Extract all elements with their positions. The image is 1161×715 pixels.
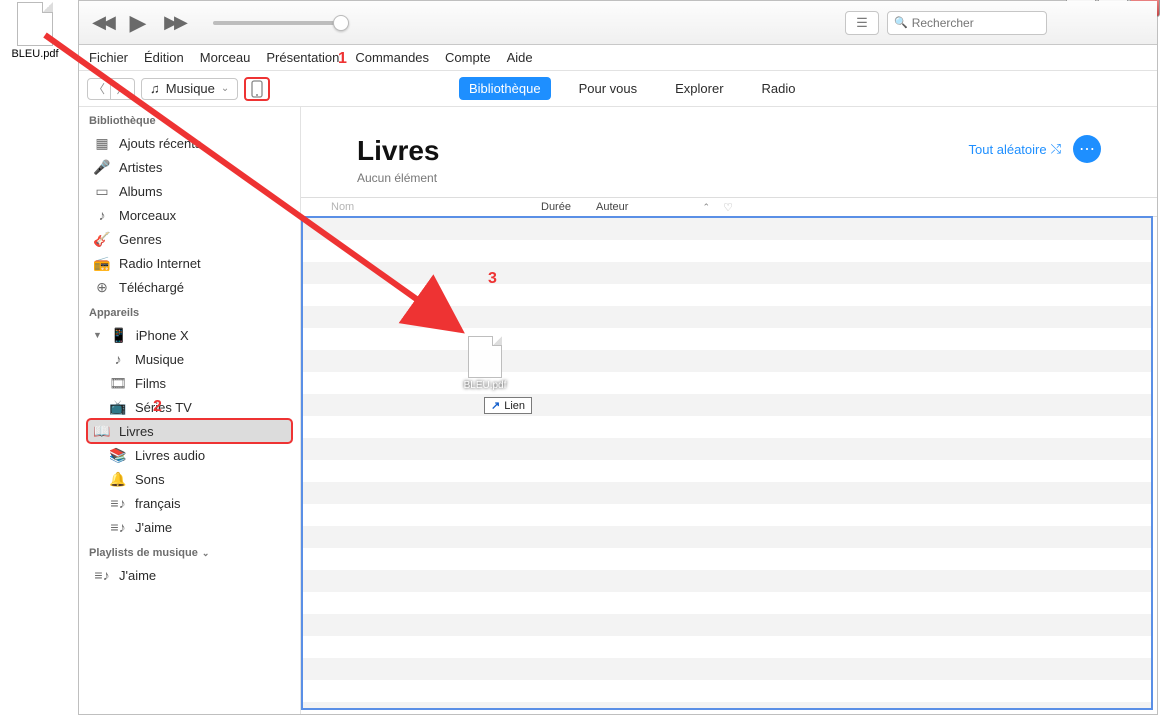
sidebar-item-artists[interactable]: 🎤Artistes <box>79 155 300 179</box>
tv-icon: 📺 <box>109 398 127 416</box>
column-nom[interactable]: Nom <box>301 201 541 213</box>
sidebar-item-downloaded[interactable]: ⊕Téléchargé <box>79 275 300 299</box>
menu-commandes[interactable]: Commandes <box>355 50 429 65</box>
sidebar-item-audiobooks[interactable]: 📚Livres audio <box>79 443 300 467</box>
sort-asc-icon: ⌃ <box>702 202 710 213</box>
menu-compte[interactable]: Compte <box>445 50 491 65</box>
search-input[interactable] <box>912 16 1040 30</box>
menu-edition[interactable]: Édition <box>144 50 184 65</box>
tab-explorer[interactable]: Explorer <box>665 77 733 100</box>
sidebar-item-radio[interactable]: 📻Radio Internet <box>79 251 300 275</box>
sidebar-item-songs[interactable]: ♪Morceaux <box>79 203 300 227</box>
column-favorite[interactable]: ♡ <box>716 201 740 214</box>
tab-pour-vous[interactable]: Pour vous <box>569 77 648 100</box>
list-view-button[interactable]: ☰ <box>845 11 879 35</box>
tab-bibliotheque[interactable]: Bibliothèque <box>459 77 551 100</box>
guitar-icon: 🎸 <box>93 230 111 248</box>
forward-button[interactable]: 〉 <box>111 78 135 100</box>
pdf-file-icon <box>17 2 53 46</box>
annotation-3: 3 <box>488 270 497 288</box>
back-button[interactable]: 〈 <box>87 78 111 100</box>
column-auteur[interactable]: Auteur⌃ <box>596 201 716 213</box>
playlist-icon: ≡♪ <box>93 566 111 584</box>
playlist-icon: ≡♪ <box>109 518 127 536</box>
playlist-icon: ≡♪ <box>109 494 127 512</box>
sidebar-item-films[interactable]: 🎞Films <box>79 371 300 395</box>
film-icon: 🎞 <box>109 374 127 392</box>
chevron-down-icon: ▼ <box>93 330 102 340</box>
sidebar: Bibliothèque ▦Ajouts récents 🎤Artistes ▭… <box>79 107 301 714</box>
sidebar-item-series[interactable]: 📺Séries TV <box>79 395 300 419</box>
shortcut-arrow-icon: ↗ <box>491 399 500 412</box>
shuffle-icon: ⤭ <box>1051 141 1061 157</box>
page-title: Livres <box>357 135 440 167</box>
more-button[interactable]: ⋯ <box>1073 135 1101 163</box>
annotation-2: 2 <box>153 398 162 416</box>
sidebar-heading-devices: Appareils <box>79 299 300 323</box>
sidebar-item-genres[interactable]: 🎸Genres <box>79 227 300 251</box>
album-icon: ▭ <box>93 182 111 200</box>
chevron-down-icon: ⌄ <box>202 548 210 559</box>
search-box[interactable]: 🔍 <box>887 11 1047 35</box>
menu-morceau[interactable]: Morceau <box>200 50 251 65</box>
sidebar-item-albums[interactable]: ▭Albums <box>79 179 300 203</box>
ellipsis-icon: ⋯ <box>1079 139 1095 159</box>
note-icon: ♪ <box>93 206 111 224</box>
device-button[interactable] <box>244 77 270 101</box>
sidebar-item-sons[interactable]: 🔔Sons <box>79 467 300 491</box>
media-type-label: Musique <box>166 81 215 96</box>
column-duree[interactable]: Durée <box>541 201 596 213</box>
note-icon: ♪ <box>109 350 127 368</box>
desktop-file-label: BLEU.pdf <box>5 48 65 60</box>
drag-tooltip: ↗ Lien <box>484 397 532 414</box>
bell-icon: 🔔 <box>109 470 127 488</box>
previous-button[interactable]: ◀◀ <box>89 10 115 36</box>
sidebar-item-livres[interactable]: 📖Livres <box>87 419 292 443</box>
music-note-icon: ♫ <box>150 81 160 96</box>
phone-icon: 📱 <box>110 326 128 344</box>
grid-icon: ▦ <box>93 134 111 152</box>
sidebar-heading-playlists: Playlists de musique ⌄ <box>79 539 300 563</box>
menu-fichier[interactable]: Fichier <box>89 50 128 65</box>
book-icon: 📖 <box>93 422 111 440</box>
column-header-row: Nom Durée Auteur⌃ ♡ <box>301 197 1157 217</box>
radio-icon: 📻 <box>93 254 111 272</box>
playback-controls: ◀◀ ▶ ▶▶ <box>89 10 343 36</box>
phone-icon <box>251 80 263 98</box>
heart-icon: ♡ <box>723 202 733 214</box>
download-icon: ⊕ <box>93 278 111 296</box>
tab-radio[interactable]: Radio <box>752 77 806 100</box>
library-tabs: Bibliothèque Pour vous Explorer Radio <box>459 77 806 100</box>
menu-aide[interactable]: Aide <box>507 50 533 65</box>
volume-slider[interactable] <box>213 21 343 25</box>
menu-presentation[interactable]: Présentation <box>266 50 339 65</box>
drop-target-area[interactable] <box>301 216 1153 710</box>
volume-knob[interactable] <box>333 15 349 31</box>
annotation-1: 1 <box>338 50 347 68</box>
page-subtitle: Aucun élément <box>357 171 440 185</box>
menu-bar: Fichier Édition Morceau Présentation Com… <box>79 45 1157 71</box>
sidebar-device-iphone[interactable]: ▼📱iPhone X <box>79 323 300 347</box>
sidebar-item-jaime-device[interactable]: ≡♪J'aime <box>79 515 300 539</box>
sidebar-item-music[interactable]: ♪Musique <box>79 347 300 371</box>
mic-icon: 🎤 <box>93 158 111 176</box>
chevron-updown-icon: ⌄ <box>221 83 229 94</box>
media-type-dropdown[interactable]: ♫ Musique ⌄ <box>141 78 238 100</box>
next-button[interactable]: ▶▶ <box>161 10 187 36</box>
itunes-window: — ▭ ✕ ◀◀ ▶ ▶▶ ☰ 🔍 Fichier Édition Morcea… <box>78 0 1158 715</box>
play-button[interactable]: ▶ <box>125 10 151 36</box>
shuffle-button[interactable]: Tout aléatoire ⤭ <box>969 141 1061 157</box>
sidebar-item-jaime-playlist[interactable]: ≡♪J'aime <box>79 563 300 587</box>
search-icon: 🔍 <box>894 16 908 29</box>
content-pane: Livres Aucun élément Tout aléatoire ⤭ ⋯ … <box>301 107 1157 714</box>
sidebar-heading-library: Bibliothèque <box>79 107 300 131</box>
nav-row: 〈 〉 ♫ Musique ⌄ Bibliothèque Pour vous E… <box>79 71 1157 107</box>
audiobook-icon: 📚 <box>109 446 127 464</box>
top-toolbar: ◀◀ ▶ ▶▶ ☰ 🔍 <box>79 1 1157 45</box>
desktop-file[interactable]: BLEU.pdf <box>5 2 65 60</box>
sidebar-item-recent[interactable]: ▦Ajouts récents <box>79 131 300 155</box>
sidebar-item-francais[interactable]: ≡♪français <box>79 491 300 515</box>
